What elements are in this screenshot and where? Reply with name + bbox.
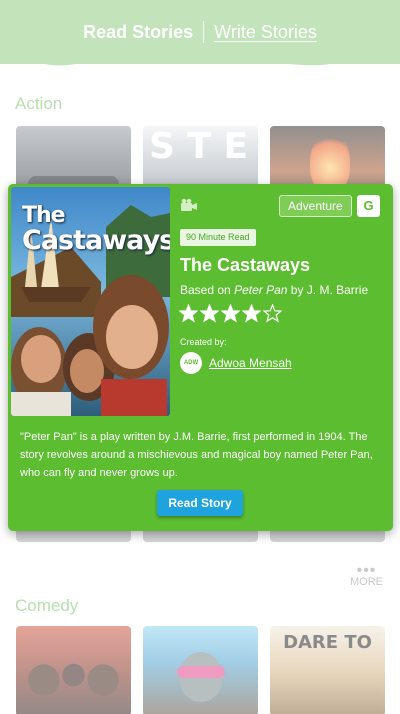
based-on-author: by J. M. Barrie xyxy=(290,283,369,297)
star-filled-icon xyxy=(242,304,261,323)
story-thumb[interactable]: DARE TO xyxy=(270,626,385,714)
story-description: "Peter Pan" is a play written by J.M. Ba… xyxy=(20,431,373,479)
star-empty-icon xyxy=(263,304,282,323)
tab-divider xyxy=(203,21,205,43)
header-wave xyxy=(0,54,400,66)
read-story-button[interactable]: Read Story xyxy=(157,490,243,516)
video-camera-icon xyxy=(181,198,197,211)
based-on-prefix: Based on xyxy=(180,283,231,297)
read-time-badge: 90 Minute Read xyxy=(180,229,256,246)
star-filled-icon xyxy=(221,304,240,323)
avatar: ADW xyxy=(180,352,202,374)
more-button[interactable]: ••• MORE xyxy=(350,562,383,589)
star-filled-icon xyxy=(179,304,198,323)
story-cover: The Castaways xyxy=(11,187,170,416)
section-title-comedy: Comedy xyxy=(15,596,79,615)
based-on-text: Based on Peter Pan by J. M. Barrie xyxy=(180,283,368,297)
story-thumb[interactable] xyxy=(143,626,258,714)
comedy-row: DARE TO xyxy=(16,626,385,714)
story-thumb[interactable] xyxy=(16,626,131,714)
star-filled-icon xyxy=(200,304,219,323)
created-by-label: Created by: xyxy=(180,337,227,347)
based-on-work: Peter Pan xyxy=(234,283,288,297)
story-detail-card: The Castaways Adventure G 90 Minute Read… xyxy=(8,184,393,531)
author-link[interactable]: Adwoa Mensah xyxy=(209,356,292,370)
thumb-title: DARE TO xyxy=(283,632,372,653)
section-title-action: Action xyxy=(15,94,63,113)
tab-write-stories[interactable]: Write Stories xyxy=(204,20,327,44)
more-label: MORE xyxy=(350,576,383,588)
genre-badge: Adventure xyxy=(279,195,352,217)
tab-read-stories[interactable]: Read Stories xyxy=(73,20,203,44)
star-rating xyxy=(179,304,282,323)
three-dots-icon: ••• xyxy=(356,562,377,579)
story-title: The Castaways xyxy=(180,255,311,275)
app-screen: Read Stories Write Stories Action STE ••… xyxy=(0,0,400,714)
cover-title-line2: Castaways xyxy=(22,225,170,256)
rating-badge: G xyxy=(357,195,380,217)
